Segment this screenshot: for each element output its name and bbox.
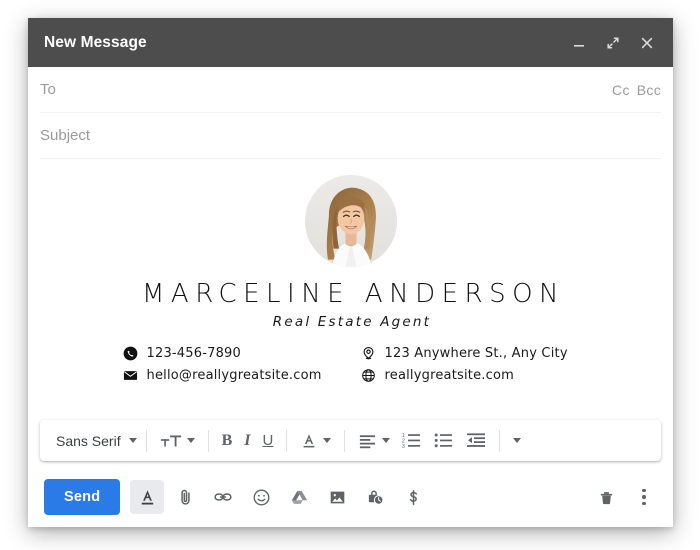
format-toolbar-wrapper: Sans Serif B I U 1 2 3 — [28, 420, 673, 461]
font-family-select[interactable]: Sans Serif — [48, 426, 139, 456]
message-body[interactable]: MARCELINE ANDERSON Real Estate Agent 123… — [28, 159, 673, 420]
font-family-value: Sans Serif — [56, 432, 121, 449]
bulleted-list-button[interactable] — [428, 426, 460, 456]
send-button[interactable]: Send — [44, 479, 121, 515]
contact-website: reallygreatsite.com — [361, 368, 601, 383]
chevron-down-icon — [382, 438, 391, 443]
contact-email: hello@reallygreatsite.com — [123, 368, 351, 383]
insert-link-button[interactable] — [206, 480, 240, 514]
discard-draft-button[interactable] — [589, 480, 623, 514]
to-field-row[interactable]: To Cc Bcc — [40, 67, 661, 113]
signature-role: Real Estate Agent — [272, 314, 432, 331]
insert-drive-button[interactable] — [282, 480, 316, 514]
to-input-placeholder: To — [40, 81, 56, 98]
three-dot-icon — [642, 488, 646, 493]
confidential-mode-button[interactable] — [358, 480, 392, 514]
window-title: New Message — [44, 33, 147, 51]
cc-button[interactable]: Cc — [612, 82, 630, 98]
location-pin-icon — [361, 346, 376, 361]
minimize-button[interactable] — [569, 33, 589, 53]
cc-bcc-group: Cc Bcc — [612, 82, 661, 98]
svg-text:3: 3 — [402, 444, 405, 449]
toolbar-divider — [499, 429, 501, 452]
more-options-button[interactable] — [633, 483, 655, 511]
compose-window: New Message To Cc Bcc Subject MARCELINE … — [28, 18, 673, 527]
font-size-button[interactable] — [154, 426, 201, 456]
attach-file-button[interactable] — [168, 480, 202, 514]
expand-button[interactable] — [603, 33, 623, 53]
compose-right-tools — [589, 480, 655, 514]
avatar — [304, 175, 397, 267]
titlebar: New Message — [28, 18, 673, 67]
subject-input-placeholder: Subject — [40, 127, 91, 144]
contact-email-text: hello@reallygreatsite.com — [146, 368, 322, 384]
underline-button[interactable]: U — [257, 426, 280, 456]
text-color-button[interactable] — [294, 426, 337, 456]
numbered-list-button[interactable]: 1 2 3 — [396, 426, 428, 456]
chevron-down-icon — [186, 438, 195, 443]
signature-name: MARCELINE ANDERSON — [141, 279, 566, 309]
compose-tools — [130, 480, 430, 514]
signature-contacts: 123-456-7890 hello@reallygreatsite.com 1… — [40, 346, 661, 383]
toolbar-divider — [145, 429, 147, 452]
toolbar-divider — [207, 429, 209, 452]
insert-emoji-button[interactable] — [244, 480, 278, 514]
email-signature: MARCELINE ANDERSON Real Estate Agent 123… — [40, 169, 661, 383]
bcc-button[interactable]: Bcc — [637, 82, 661, 98]
globe-icon — [361, 368, 376, 383]
toolbar-divider — [344, 429, 346, 452]
contact-address: 123 Anywhere St., Any City — [361, 346, 601, 361]
indent-button[interactable] — [460, 426, 492, 456]
format-toolbar: Sans Serif B I U 1 2 3 — [40, 420, 661, 461]
contact-address-text: 123 Anywhere St., Any City — [384, 346, 568, 362]
chevron-down-icon — [323, 438, 332, 443]
bold-button[interactable]: B — [216, 426, 239, 456]
signature-contacts-left: 123-456-7890 hello@reallygreatsite.com — [101, 346, 351, 383]
contact-phone-text: 123-456-7890 — [146, 346, 241, 362]
window-controls — [569, 33, 657, 53]
toolbar-divider — [286, 429, 288, 452]
insert-money-button[interactable] — [396, 480, 430, 514]
phone-icon — [123, 346, 138, 361]
chevron-down-icon — [128, 438, 137, 443]
compose-action-bar: Send — [28, 467, 673, 527]
formatting-options-button[interactable] — [130, 480, 165, 514]
italic-button[interactable]: I — [238, 426, 256, 456]
three-dot-icon — [642, 495, 646, 499]
align-button[interactable] — [352, 426, 396, 456]
three-dot-icon — [642, 501, 646, 506]
insert-photo-button[interactable] — [320, 480, 354, 514]
more-format-button[interactable] — [507, 426, 527, 456]
envelope-icon — [123, 368, 138, 383]
close-button[interactable] — [637, 33, 657, 53]
contact-website-text: reallygreatsite.com — [384, 368, 514, 384]
chevron-down-icon — [513, 438, 522, 443]
subject-field-row[interactable]: Subject — [40, 113, 661, 159]
signature-contacts-right: 123 Anywhere St., Any City reallygreatsi… — [351, 346, 601, 383]
contact-phone: 123-456-7890 — [123, 346, 351, 361]
